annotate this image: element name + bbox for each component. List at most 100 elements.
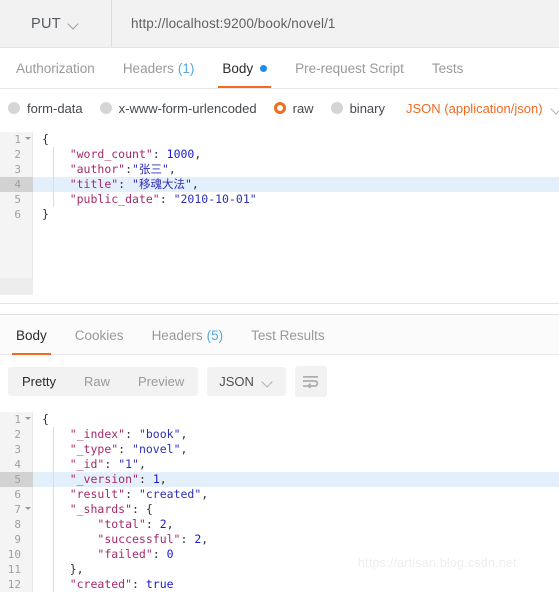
request-tab-pre-request-script[interactable]: Pre-request Script: [281, 48, 418, 88]
code-line: 7 "_shards": {: [0, 502, 559, 517]
response-body-viewer[interactable]: 1{2 "_index": "book", 3 "_type": "novel",…: [0, 412, 559, 592]
line-number: 5: [14, 193, 21, 206]
radio-icon[interactable]: [8, 102, 20, 114]
body-type-x-www-form-urlencoded[interactable]: x-www-form-urlencoded: [99, 100, 257, 116]
radio-icon[interactable]: [273, 102, 286, 114]
tab-label: Authorization: [16, 60, 95, 76]
code-line: 5 "_version": 1,: [0, 472, 559, 487]
code-line: 2 "_index": "book",: [0, 427, 559, 442]
line-number: 7: [0, 502, 33, 517]
body-type-label: raw: [292, 100, 314, 116]
radio-icon[interactable]: [99, 102, 112, 114]
response-view-preview[interactable]: Preview: [124, 367, 198, 396]
response-view-switcher: Pretty Raw Preview: [8, 366, 199, 396]
word-wrap-toggle[interactable]: [294, 365, 327, 397]
code-line: 5 "public_date": "2010-10-01": [0, 192, 559, 207]
code-text: {: [42, 412, 49, 426]
request-tab-authorization[interactable]: Authorization: [2, 48, 109, 88]
code-line: 2 "word_count": 1000,: [0, 147, 559, 162]
tab-label: Headers: [151, 327, 203, 343]
code-line: 11 },: [0, 562, 559, 577]
code-text: "author":"张三",: [69, 162, 176, 176]
line-number: 3: [14, 443, 21, 456]
tab-label: Pre-request Script: [295, 60, 404, 76]
request-url-bar: PUT http://localhost:9200/book/novel/1: [0, 0, 559, 48]
http-method-label: PUT: [31, 15, 61, 32]
body-type-label: binary: [349, 100, 385, 116]
line-number: 1: [0, 412, 33, 427]
code-line: 4 "title": "移魂大法",: [0, 177, 559, 192]
request-tab-body[interactable]: Body: [208, 48, 281, 88]
content-type-dropdown[interactable]: JSON (application/json): [406, 101, 559, 116]
chevron-down-icon: [552, 105, 559, 112]
radio-icon[interactable]: [330, 102, 343, 114]
line-number: 4: [14, 458, 21, 471]
body-type-form-data[interactable]: form-data: [8, 101, 83, 116]
code-text: }: [42, 207, 49, 221]
tab-label: Test Results: [251, 327, 325, 343]
response-toolbar: Pretty Raw Preview JSON: [0, 356, 559, 406]
request-tab-tests[interactable]: Tests: [418, 48, 478, 88]
tab-label: Body: [16, 327, 47, 343]
line-number: 9: [14, 533, 21, 546]
code-text: "failed": 0: [97, 547, 174, 561]
line-number: 3: [14, 163, 21, 176]
body-type-label: x-www-form-urlencoded: [118, 100, 257, 116]
request-tab-bar: Authorization Headers (1) Body Pre-request …: [0, 48, 559, 89]
code-text: "created": true: [69, 577, 174, 591]
http-method-dropdown[interactable]: PUT: [0, 0, 112, 47]
line-number: 1: [0, 132, 33, 147]
line-number: 12: [7, 578, 21, 591]
panel-divider[interactable]: [0, 304, 559, 315]
response-tab-body[interactable]: Body: [2, 315, 61, 355]
request-body-editor[interactable]: 1{2 "word_count": 1000, 3 "author":"张三", 4…: [0, 132, 559, 287]
code-line: 3 "author":"张三",: [0, 162, 559, 177]
response-tab-test-results[interactable]: Test Results: [237, 315, 339, 355]
code-line: 8 "total": 2,: [0, 517, 559, 532]
response-tab-headers[interactable]: Headers (5): [138, 315, 238, 355]
line-number: 6: [14, 488, 21, 501]
fold-toggle-icon[interactable]: [25, 137, 31, 140]
code-line: 4 "_id": "1",: [0, 457, 559, 472]
request-tab-headers[interactable]: Headers (1): [109, 48, 209, 88]
fold-toggle-icon[interactable]: [25, 417, 31, 420]
content-type-label: JSON (application/json): [406, 100, 543, 116]
indent-guide: [53, 427, 54, 592]
code-text: "_type": "novel",: [69, 442, 188, 456]
tab-label: Cookies: [74, 327, 124, 343]
request-body-type-row: form-data x-www-form-urlencoded raw binary J…: [0, 89, 559, 127]
code-line: 10 "failed": 0: [0, 547, 559, 562]
code-text: "public_date": "2010-10-01": [69, 192, 257, 206]
word-wrap-icon: [303, 375, 319, 388]
line-number: 2: [14, 148, 21, 161]
code-text: "_version": 1,: [33, 472, 559, 487]
body-type-raw[interactable]: raw: [273, 100, 314, 116]
gutter-stub: [0, 278, 33, 295]
line-number: 4: [0, 177, 33, 192]
request-url-input[interactable]: http://localhost:9200/book/novel/1: [112, 0, 559, 47]
tab-label: Body: [222, 60, 254, 76]
response-format-label: JSON: [219, 373, 254, 389]
response-view-pretty[interactable]: Pretty: [8, 367, 70, 396]
request-editor-footer: [0, 278, 559, 304]
code-line: 1{: [0, 132, 559, 147]
code-text: "total": 2,: [97, 517, 174, 531]
line-number: 11: [7, 563, 21, 576]
fold-toggle-icon[interactable]: [25, 507, 31, 510]
code-line: 1{: [0, 412, 559, 427]
code-text: {: [42, 132, 49, 146]
body-type-binary[interactable]: binary: [330, 100, 385, 116]
response-view-raw[interactable]: Raw: [70, 367, 124, 396]
tab-label: Headers: [122, 60, 174, 76]
body-type-label: form-data: [27, 100, 83, 116]
response-format-dropdown[interactable]: JSON: [207, 366, 286, 396]
tab-count-badge: (1): [177, 60, 195, 76]
postman-window: PUT http://localhost:9200/book/novel/1 A…: [0, 0, 559, 592]
chevron-down-icon: [263, 378, 274, 385]
response-tab-cookies[interactable]: Cookies: [61, 315, 138, 355]
code-text: "title": "移魂大法",: [33, 177, 559, 192]
code-line: 9 "successful": 2,: [0, 532, 559, 547]
code-text: "word_count": 1000,: [69, 147, 202, 161]
code-line: 6 "result": "created",: [0, 487, 559, 502]
code-text: "successful": 2,: [97, 532, 209, 546]
